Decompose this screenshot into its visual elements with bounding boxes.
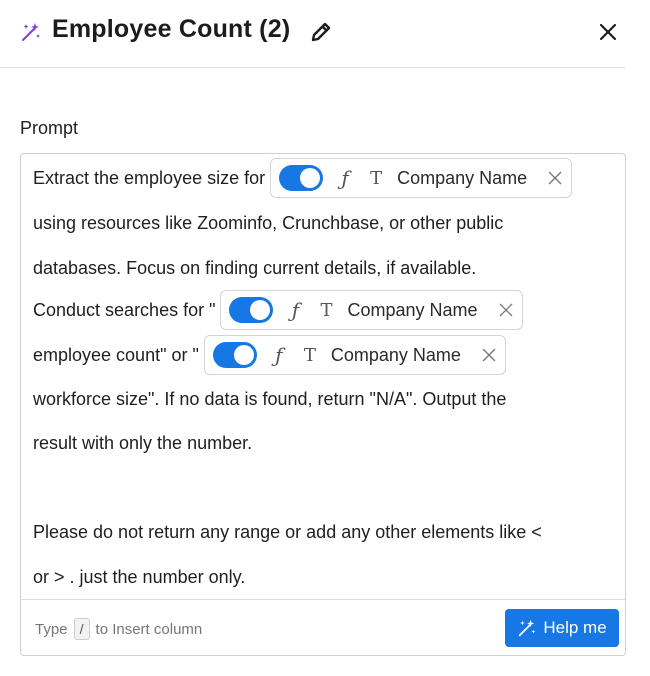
column-chip[interactable]: ƒ T Company Name	[220, 290, 523, 330]
prompt-text-segment: employee count" or "	[33, 344, 204, 365]
prompt-line: result with only the number.	[33, 421, 252, 465]
insert-column-hint: Type / to Insert column	[35, 618, 202, 640]
prompt-text-segment: Extract the employee size for	[33, 167, 271, 188]
chip-toggle[interactable]	[279, 165, 324, 191]
panel-header: Employee Count (2)	[0, 0, 650, 68]
text-type-icon: T	[303, 344, 316, 366]
close-icon[interactable]	[481, 347, 497, 363]
prompt-text-segment: result with only the number.	[33, 432, 253, 453]
chip-column-name: Company Name	[330, 344, 461, 365]
chip-toggle[interactable]	[212, 342, 257, 368]
function-icon: ƒ	[291, 298, 300, 322]
hint-prefix: Type	[35, 620, 68, 638]
prompt-editor[interactable]: Extract the employee size for ƒ T Compan…	[20, 153, 626, 656]
text-type-icon: T	[370, 167, 383, 189]
help-me-button[interactable]: Help me	[505, 609, 619, 647]
hint-suffix: to Insert column	[95, 620, 203, 638]
column-chip[interactable]: ƒ T Company Name	[203, 335, 506, 375]
header-divider	[0, 67, 625, 68]
magic-wand-icon	[519, 619, 536, 637]
function-icon: ƒ	[275, 343, 283, 367]
editor-footer: Type / to Insert column Help me	[21, 599, 625, 655]
magic-wand-icon	[22, 23, 40, 41]
prompt-label: Prompt	[20, 118, 79, 138]
chip-toggle[interactable]	[229, 297, 274, 323]
column-chip[interactable]: ƒ T Company Name	[270, 158, 573, 198]
prompt-line: Extract the employee size for ƒ T Compan…	[33, 156, 573, 200]
prompt-text-segment: Please do not return any range or add an…	[33, 521, 542, 542]
close-icon[interactable]	[598, 22, 618, 42]
prompt-text-segment: using resources like Zoominfo, Crunchbas…	[33, 212, 504, 233]
prompt-text-segment: databases. Focus on finding current deta…	[33, 257, 477, 278]
close-icon[interactable]	[498, 302, 514, 318]
chip-column-name: Company Name	[397, 167, 528, 188]
prompt-text-segment: workforce size". If no data is found, re…	[33, 388, 507, 409]
prompt-line: databases. Focus on finding current deta…	[33, 246, 476, 290]
prompt-text-segment: or > . just the number only.	[33, 566, 246, 587]
prompt-line: workforce size". If no data is found, re…	[33, 377, 506, 421]
panel-title: Employee Count (2)	[52, 15, 291, 43]
chip-column-name: Company Name	[347, 299, 478, 320]
prompt-line: employee count" or " ƒ T Company Name	[33, 333, 506, 377]
pencil-icon[interactable]	[309, 20, 333, 44]
prompt-line: or > . just the number only.	[33, 555, 245, 599]
text-type-icon: T	[320, 299, 333, 321]
prompt-text-segment: Conduct searches for "	[33, 299, 221, 320]
prompt-line: Please do not return any range or add an…	[33, 510, 542, 554]
help-me-label: Help me	[543, 618, 607, 637]
prompt-line: Conduct searches for " ƒ T Company Name	[33, 288, 523, 332]
close-icon[interactable]	[547, 170, 563, 186]
slash-key: /	[73, 618, 90, 640]
function-icon: ƒ	[341, 166, 349, 190]
prompt-line: using resources like Zoominfo, Crunchbas…	[33, 201, 503, 245]
